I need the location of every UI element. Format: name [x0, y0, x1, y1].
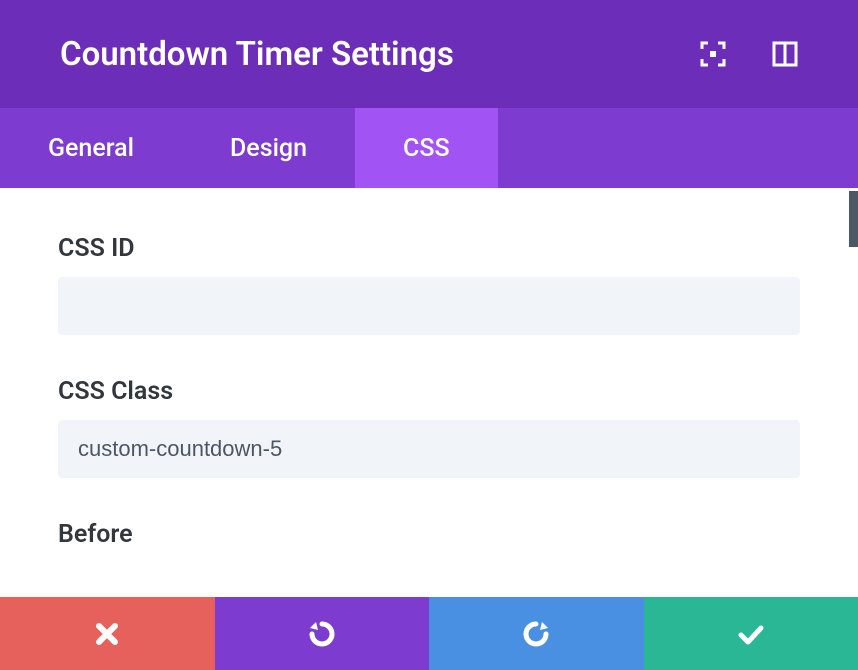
css-id-input[interactable] — [58, 277, 800, 335]
undo-icon — [306, 618, 338, 650]
close-icon — [93, 620, 121, 648]
css-class-label: CSS Class — [58, 377, 800, 406]
css-id-label: CSS ID — [58, 234, 800, 263]
settings-header: Countdown Timer Settings — [0, 0, 858, 108]
tab-general[interactable]: General — [0, 108, 182, 188]
before-label: Before — [58, 520, 800, 549]
tabs-bar: General Design CSS — [0, 108, 858, 188]
footer-actions — [0, 597, 858, 670]
redo-icon — [520, 618, 552, 650]
settings-title: Countdown Timer Settings — [60, 35, 454, 74]
css-class-input[interactable] — [58, 420, 800, 478]
redo-button[interactable] — [429, 597, 644, 670]
save-button[interactable] — [644, 597, 858, 670]
tab-css[interactable]: CSS — [355, 108, 498, 188]
header-icons — [700, 41, 798, 67]
undo-button[interactable] — [215, 597, 430, 670]
check-icon — [735, 618, 767, 650]
panel-icon[interactable] — [772, 41, 798, 67]
tab-design[interactable]: Design — [182, 108, 355, 188]
expand-icon[interactable] — [700, 41, 726, 67]
content-area: CSS ID CSS Class Before — [0, 188, 858, 597]
cancel-button[interactable] — [0, 597, 215, 670]
